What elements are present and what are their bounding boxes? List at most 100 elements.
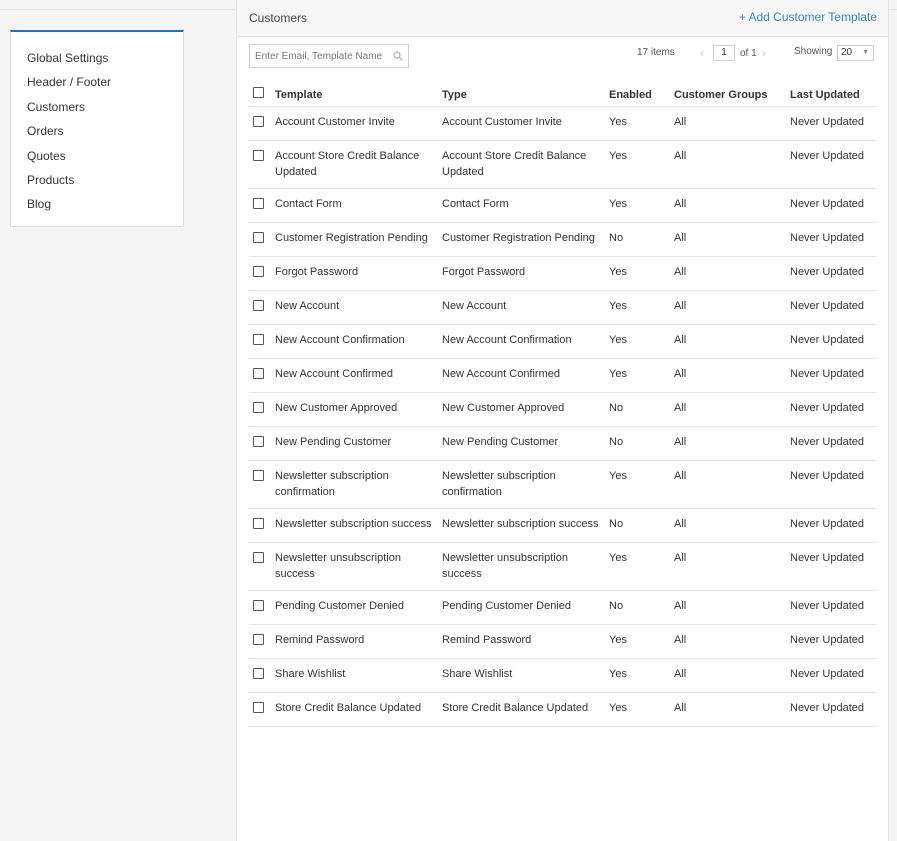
row-checkbox[interactable] [253, 518, 264, 529]
page-number-input[interactable]: 1 [713, 45, 735, 61]
row-checkbox[interactable] [253, 266, 264, 277]
panel-header: Customers + Add Customer Template [237, 0, 888, 37]
cell-customer-groups: All [674, 188, 790, 223]
row-checkbox[interactable] [253, 402, 264, 413]
cell-template[interactable]: New Customer Approved [275, 392, 442, 427]
row-checkbox[interactable] [253, 198, 264, 209]
row-checkbox[interactable] [253, 600, 264, 611]
select-all-checkbox[interactable] [253, 87, 264, 98]
column-header-template[interactable]: Template [275, 76, 442, 107]
chevron-right-icon[interactable]: › [757, 46, 771, 60]
search-icon[interactable] [393, 51, 403, 61]
table-row[interactable]: Contact Form Contact Form Yes All Never Upda… [249, 188, 877, 223]
row-checkbox[interactable] [253, 368, 264, 379]
column-header-last-updated[interactable]: Last Updated [790, 76, 877, 107]
row-checkbox[interactable] [253, 334, 264, 345]
table-row[interactable]: Newsletter unsubscription success Newslet… [249, 542, 877, 591]
sidebar-item-global-settings[interactable]: Global Settings [11, 46, 183, 70]
sidebar-item-customers[interactable]: Customers [11, 95, 183, 119]
table-row[interactable]: New Pending Customer New Pending Customer… [249, 426, 877, 461]
chevron-left-icon[interactable]: ‹ [695, 46, 709, 60]
cell-last-updated: Never Updated [790, 358, 877, 393]
cell-customer-groups: All [674, 324, 790, 359]
row-checkbox-cell [249, 392, 275, 427]
cell-enabled: No [609, 392, 674, 427]
row-checkbox[interactable] [253, 634, 264, 645]
customers-panel: Customers + Add Customer Template 17 ite… [236, 0, 889, 841]
cell-enabled: No [609, 590, 674, 625]
cell-last-updated: Never Updated [790, 324, 877, 359]
column-header-enabled[interactable]: Enabled [609, 76, 674, 107]
cell-type: Forgot Password [442, 256, 609, 291]
row-checkbox[interactable] [253, 300, 264, 311]
cell-template[interactable]: Remind Password [275, 624, 442, 659]
cell-last-updated: Never Updated [790, 426, 877, 461]
row-checkbox-cell [249, 188, 275, 223]
cell-customer-groups: All [674, 290, 790, 325]
cell-template[interactable]: New Pending Customer [275, 426, 442, 461]
cell-template[interactable]: Contact Form [275, 188, 442, 223]
cell-template[interactable]: New Account Confirmation [275, 324, 442, 359]
row-checkbox-cell [249, 624, 275, 659]
cell-template[interactable]: Newsletter subscription confirmation [275, 460, 442, 509]
cell-template[interactable]: Account Store Credit Balance Updated [275, 140, 442, 189]
column-header-type[interactable]: Type [442, 76, 609, 107]
cell-template[interactable]: Share Wishlist [275, 658, 442, 693]
caret-down-icon: ▼ [862, 49, 869, 56]
table-row[interactable]: Account Customer Invite Account Customer … [249, 106, 877, 141]
cell-type: New Pending Customer [442, 426, 609, 461]
row-checkbox[interactable] [253, 232, 264, 243]
cell-template[interactable]: New Account Confirmed [275, 358, 442, 393]
row-checkbox[interactable] [253, 436, 264, 447]
row-checkbox-cell [249, 658, 275, 693]
cell-template[interactable]: Newsletter unsubscription success [275, 542, 442, 591]
sidebar-item-blog[interactable]: Blog [11, 192, 183, 216]
cell-template[interactable]: Customer Registration Pending [275, 222, 442, 257]
column-header-customer-groups[interactable]: Customer Groups [674, 76, 790, 107]
cell-customer-groups: All [674, 106, 790, 141]
cell-template[interactable]: Newsletter subscription success [275, 508, 442, 543]
table-row[interactable]: Customer Registration Pending Customer Re… [249, 222, 877, 257]
add-customer-template-link[interactable]: + Add Customer Template [739, 10, 877, 24]
sidebar-item-header-footer[interactable]: Header / Footer [11, 70, 183, 94]
page-size-select[interactable]: 20 ▼ [837, 45, 874, 61]
row-checkbox[interactable] [253, 668, 264, 679]
table-row[interactable]: Account Store Credit Balance Updated Acco… [249, 140, 877, 189]
sidebar-item-products[interactable]: Products [11, 168, 183, 192]
row-checkbox[interactable] [253, 470, 264, 481]
table-row[interactable]: Pending Customer Denied Pending Customer … [249, 590, 877, 625]
cell-enabled: Yes [609, 188, 674, 223]
row-checkbox-cell [249, 290, 275, 325]
cell-template[interactable]: Store Credit Balance Updated [275, 692, 442, 727]
row-checkbox[interactable] [253, 702, 264, 713]
table-row[interactable]: Remind Password Remind Password Yes All Neve… [249, 624, 877, 659]
table-row[interactable]: New Account Confirmation New Account Conf… [249, 324, 877, 359]
row-checkbox[interactable] [253, 150, 264, 161]
row-checkbox[interactable] [253, 116, 264, 127]
row-checkbox-cell [249, 324, 275, 359]
cell-template[interactable]: Forgot Password [275, 256, 442, 291]
cell-enabled: Yes [609, 460, 674, 509]
cell-template[interactable]: New Account [275, 290, 442, 325]
table-row[interactable]: Store Credit Balance Updated Store Credit… [249, 692, 877, 727]
table-row[interactable]: New Account New Account Yes All Never Update… [249, 290, 877, 325]
cell-enabled: No [609, 222, 674, 257]
table-row[interactable]: Share Wishlist Share Wishlist Yes All Never … [249, 658, 877, 693]
cell-customer-groups: All [674, 542, 790, 591]
table-row[interactable]: Newsletter subscription confirmation News… [249, 460, 877, 509]
cell-template[interactable]: Account Customer Invite [275, 106, 442, 141]
cell-customer-groups: All [674, 358, 790, 393]
table-row[interactable]: Newsletter subscription success Newslette… [249, 508, 877, 543]
cell-last-updated: Never Updated [790, 188, 877, 223]
cell-template[interactable]: Pending Customer Denied [275, 590, 442, 625]
table-row[interactable]: Forgot Password Forgot Password Yes All Neve… [249, 256, 877, 291]
cell-type: New Account Confirmed [442, 358, 609, 393]
table-row[interactable]: New Account Confirmed New Account Confirm… [249, 358, 877, 393]
settings-sidebar: Global Settings Header / Footer Customer… [10, 30, 184, 227]
sidebar-item-orders[interactable]: Orders [11, 119, 183, 143]
cell-customer-groups: All [674, 222, 790, 257]
sidebar-item-quotes[interactable]: Quotes [11, 144, 183, 168]
search-input[interactable] [255, 46, 385, 66]
row-checkbox[interactable] [253, 552, 264, 563]
table-row[interactable]: New Customer Approved New Customer Approv… [249, 392, 877, 427]
